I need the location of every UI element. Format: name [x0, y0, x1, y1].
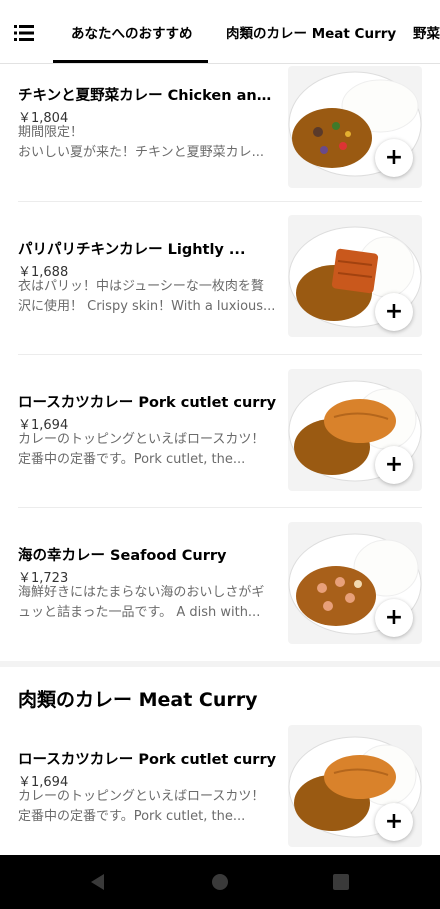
add-to-cart-button[interactable]: +: [375, 293, 413, 331]
item-description: カレーのトッピングといえばロースカツ！ 定番中の定番です。Pork cutlet…: [18, 789, 265, 824]
menu-item[interactable]: ロースカツカレー Pork cutlet curry ￥1,694 カレーのトッ…: [0, 355, 440, 508]
add-to-cart-button[interactable]: +: [375, 599, 413, 637]
system-navigation-bar: [0, 855, 440, 909]
recent-square-icon[interactable]: [331, 872, 351, 892]
item-description: 衣はパリッ！中はジューシーな一枚肉を贅 沢に使用！ Crispy skin！Wi…: [18, 279, 276, 314]
item-name: ロースカツカレー Pork cutlet curry: [18, 752, 277, 768]
back-triangle-icon[interactable]: [88, 872, 108, 892]
item-description: カレーのトッピングといえばロースカツ！ 定番中の定番です。Pork cutlet…: [18, 432, 265, 467]
tab-recommended[interactable]: あなたへのおすすめ: [71, 22, 193, 42]
menu-item[interactable]: パリパリチキンカレー Lightly ... ￥1,688 衣はパリッ！中はジュ…: [0, 202, 440, 355]
add-to-cart-button[interactable]: +: [375, 803, 413, 841]
add-to-cart-button[interactable]: +: [375, 446, 413, 484]
item-name: チキンと夏野菜カレー Chicken and ...: [18, 88, 280, 104]
item-name: パリパリチキンカレー Lightly ...: [18, 242, 246, 258]
item-name: ロースカツカレー Pork cutlet curry: [18, 395, 277, 411]
section-separator: [0, 661, 440, 667]
tab-meat-curry[interactable]: 肉類のカレー Meat Curry: [226, 22, 396, 42]
add-to-cart-button[interactable]: +: [375, 139, 413, 177]
section-title: 肉類のカレー Meat Curry: [18, 689, 258, 711]
home-circle-icon[interactable]: [210, 872, 230, 892]
list-menu-icon[interactable]: [14, 24, 38, 44]
tab-vegetable[interactable]: 野菜: [413, 22, 440, 42]
menu-item[interactable]: チキンと夏野菜カレー Chicken and ... ￥1,804 期間限定！ …: [0, 64, 440, 201]
item-name: 海の幸カレー Seafood Curry: [18, 548, 227, 564]
menu-item[interactable]: 海の幸カレー Seafood Curry ￥1,723 海鮮好きにはたまらない海…: [0, 508, 440, 661]
item-description: 期間限定！ おいしい夏が来た！チキンと夏野菜カレ...: [18, 125, 265, 160]
category-tab-bar: あなたへのおすすめ 肉類のカレー Meat Curry 野菜: [0, 0, 440, 64]
menu-item[interactable]: ロースカツカレー Pork cutlet curry ￥1,694 カレーのトッ…: [0, 715, 440, 855]
item-description: 海鮮好きにはたまらない海のおいしさがギ ュッと詰まった一品です。 A dish …: [18, 585, 265, 620]
